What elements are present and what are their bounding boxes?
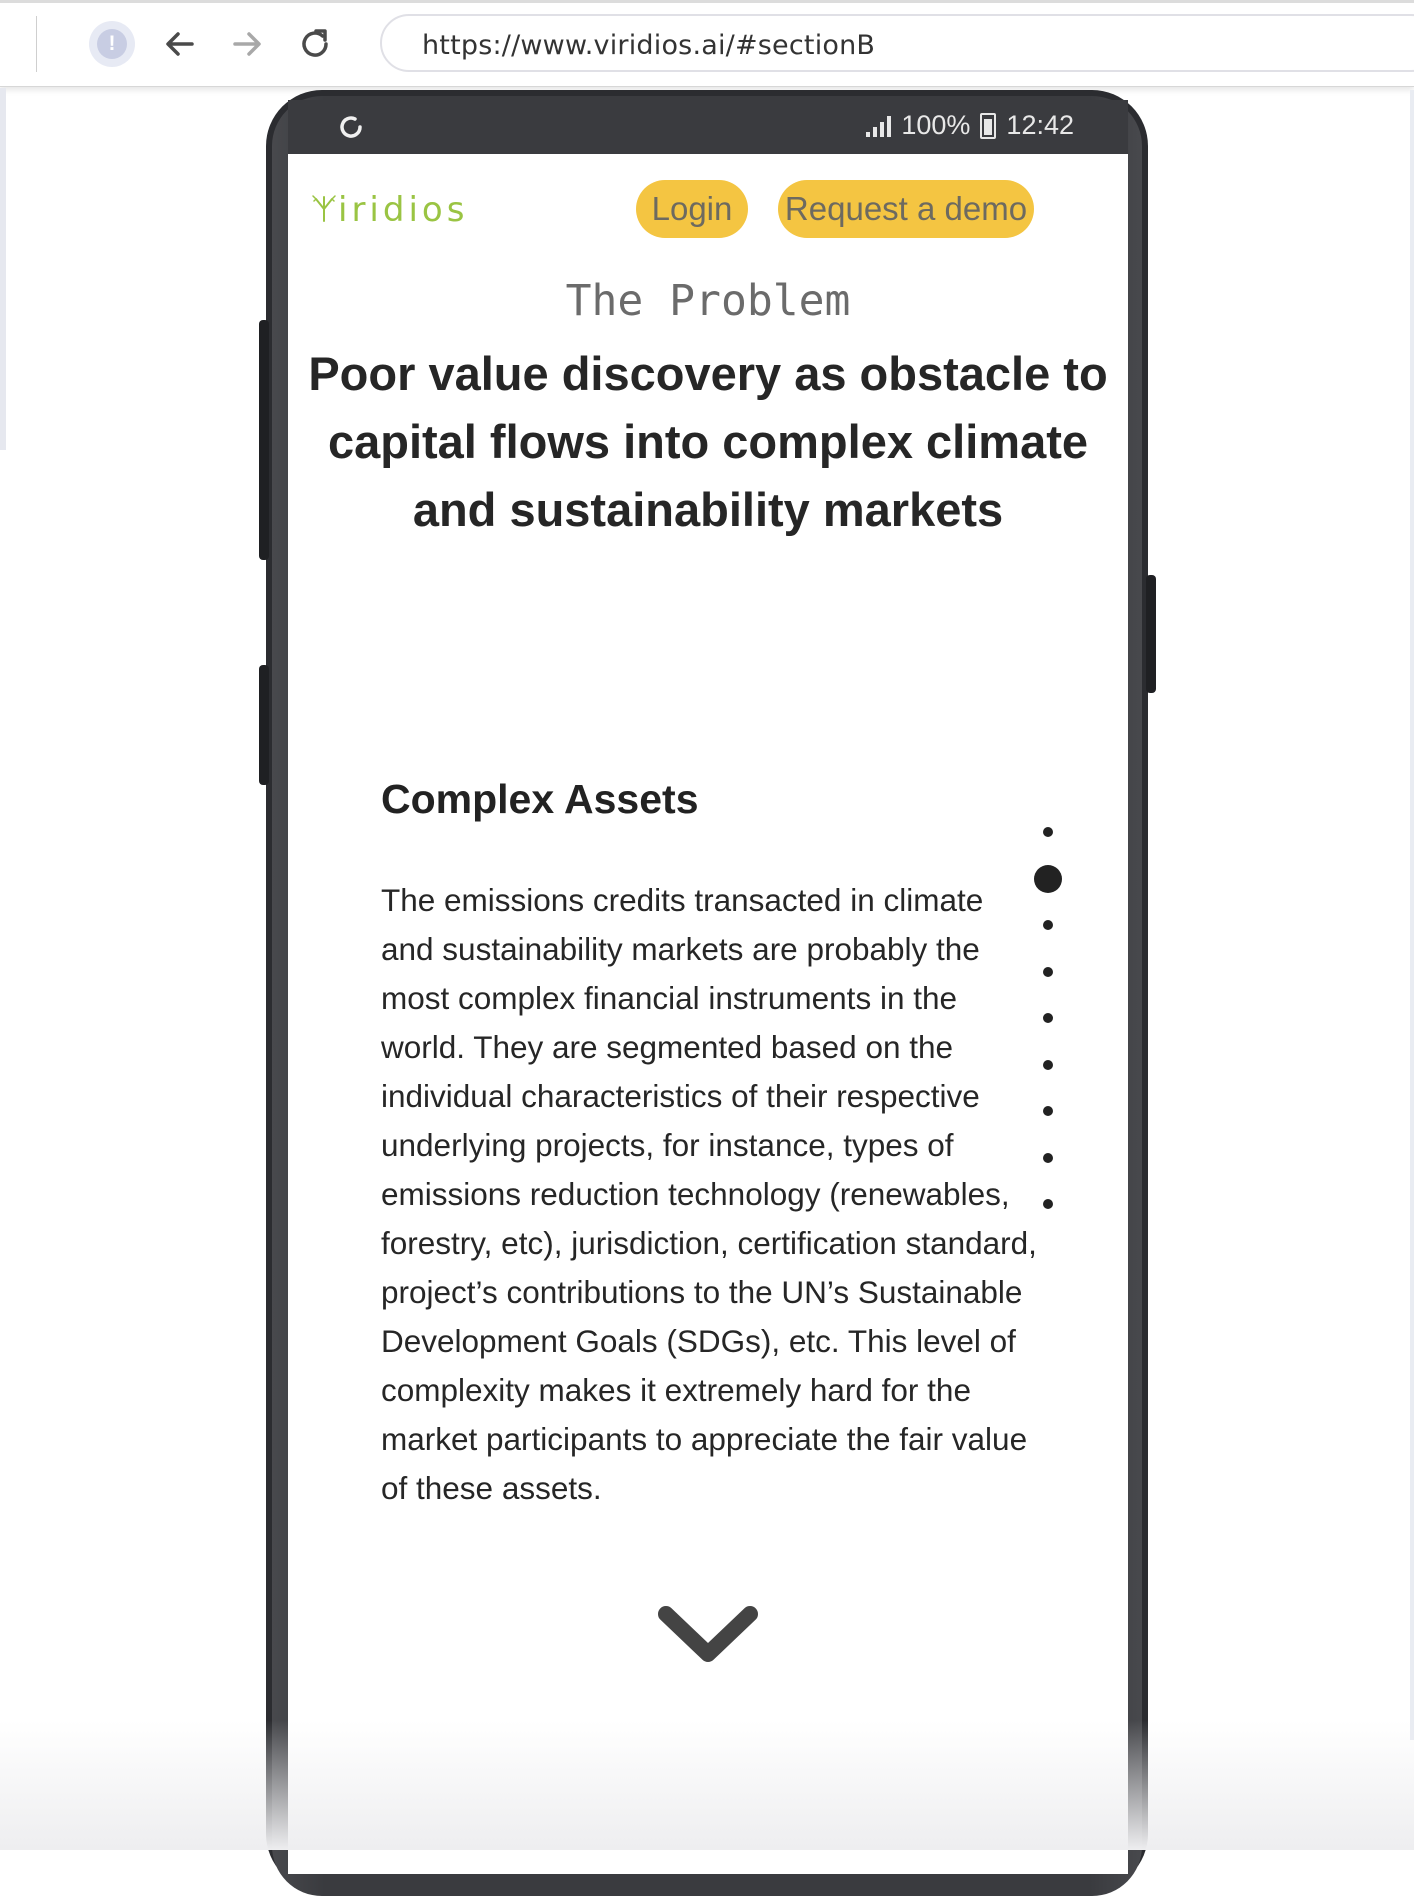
phone-status-bar: 100% 12:42 <box>288 100 1128 154</box>
back-arrow-icon[interactable] <box>162 26 198 62</box>
login-button[interactable]: Login <box>636 180 748 238</box>
pagination-dot[interactable] <box>1043 1059 1053 1070</box>
refresh-icon[interactable] <box>336 112 366 142</box>
phone-power-button <box>1146 575 1156 693</box>
chevron-down-icon[interactable] <box>656 1604 760 1668</box>
battery-percent: 100% <box>901 110 971 140</box>
phone-volume-button <box>259 320 269 560</box>
reload-icon[interactable] <box>297 26 333 62</box>
pagination-dot[interactable] <box>1043 1013 1053 1023</box>
browser-toolbar: ! https://www.viridios.ai/#sectionB <box>0 0 1414 87</box>
forward-arrow-icon[interactable] <box>229 26 265 62</box>
section-headline: Poor value discovery as obstacle to capi… <box>308 347 1108 536</box>
scrollbar-track[interactable] <box>1410 90 1414 1740</box>
logo-text: iridios <box>338 190 469 230</box>
card-title: Complex Assets <box>381 776 699 822</box>
pagination-dot[interactable] <box>1043 827 1053 837</box>
phone-screen: iridios Login Request a demo The Problem… <box>288 154 1128 1874</box>
battery-icon <box>980 112 997 139</box>
pagination-dot[interactable] <box>1043 1106 1053 1116</box>
phone-side-button <box>259 665 269 785</box>
site-info-button[interactable]: ! <box>89 21 135 67</box>
address-bar[interactable]: https://www.viridios.ai/#sectionB <box>380 14 1414 72</box>
pagination-dot-active[interactable] <box>1034 864 1062 893</box>
page-edge <box>0 88 6 450</box>
pagination-dot[interactable] <box>1043 1199 1053 1209</box>
tab-strip-line <box>0 0 1414 3</box>
site-logo[interactable]: iridios <box>312 190 468 230</box>
signal-icon <box>866 115 892 137</box>
card-body: The emissions credits transacted in clim… <box>381 882 1037 1506</box>
page-bottom-fade <box>0 1720 1414 1850</box>
alert-icon: ! <box>97 29 127 59</box>
pagination-dot[interactable] <box>1043 1152 1053 1163</box>
toolbar-divider <box>36 16 37 72</box>
pagination-dot[interactable] <box>1043 920 1053 930</box>
section-label: The Problem <box>565 276 851 326</box>
status-time: 12:42 <box>1006 110 1074 140</box>
viridios-leaf-icon <box>312 195 336 222</box>
url-text[interactable]: https://www.viridios.ai/#sectionB <box>422 30 875 61</box>
request-demo-button[interactable]: Request a demo <box>778 180 1034 238</box>
pagination-dot[interactable] <box>1043 966 1053 977</box>
